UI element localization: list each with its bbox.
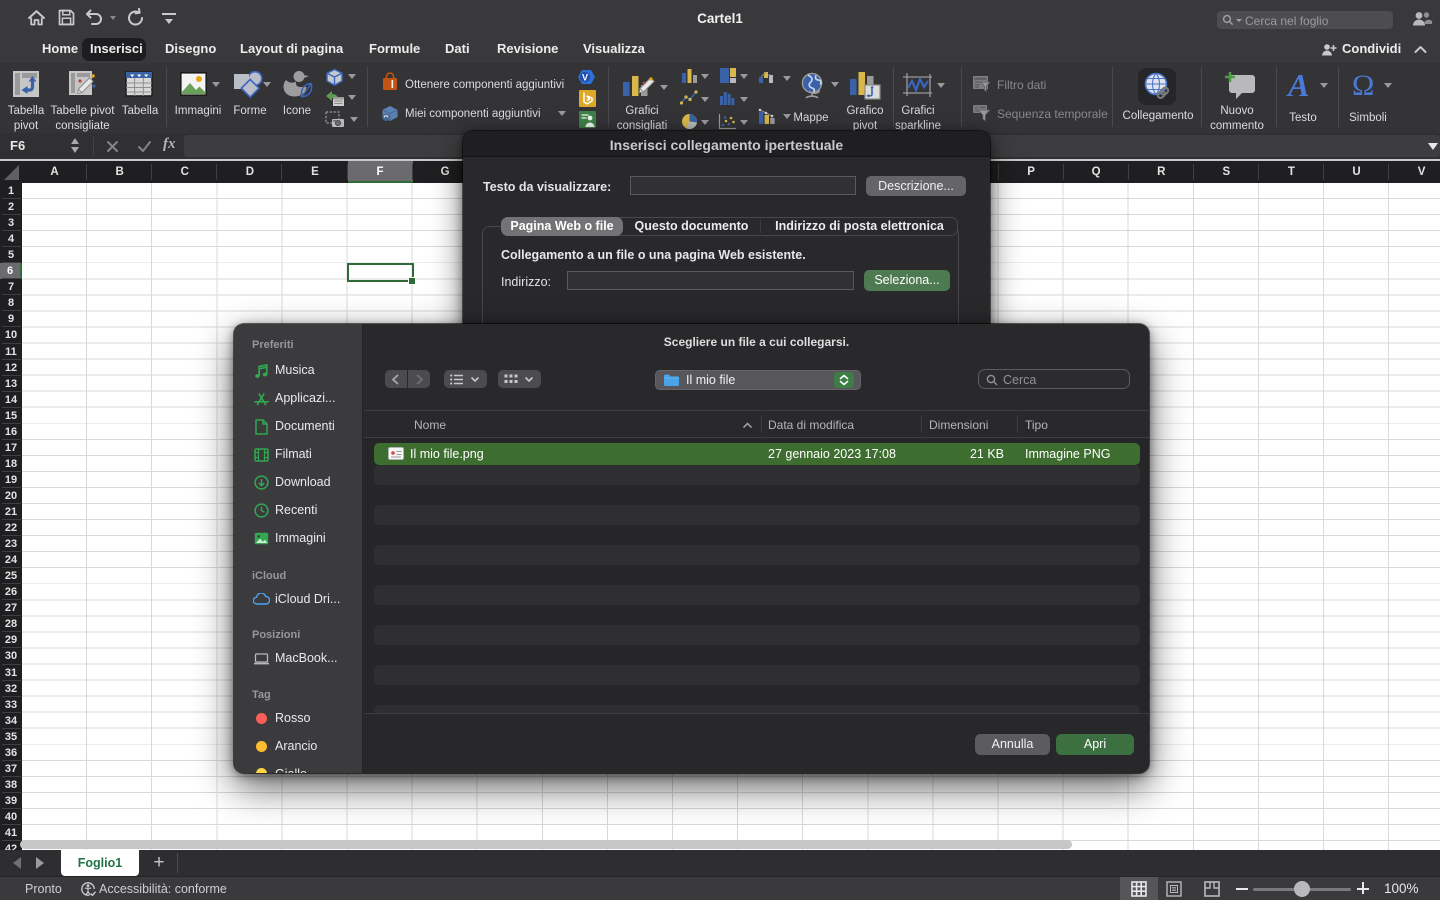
- svg-text:V: V: [582, 73, 588, 83]
